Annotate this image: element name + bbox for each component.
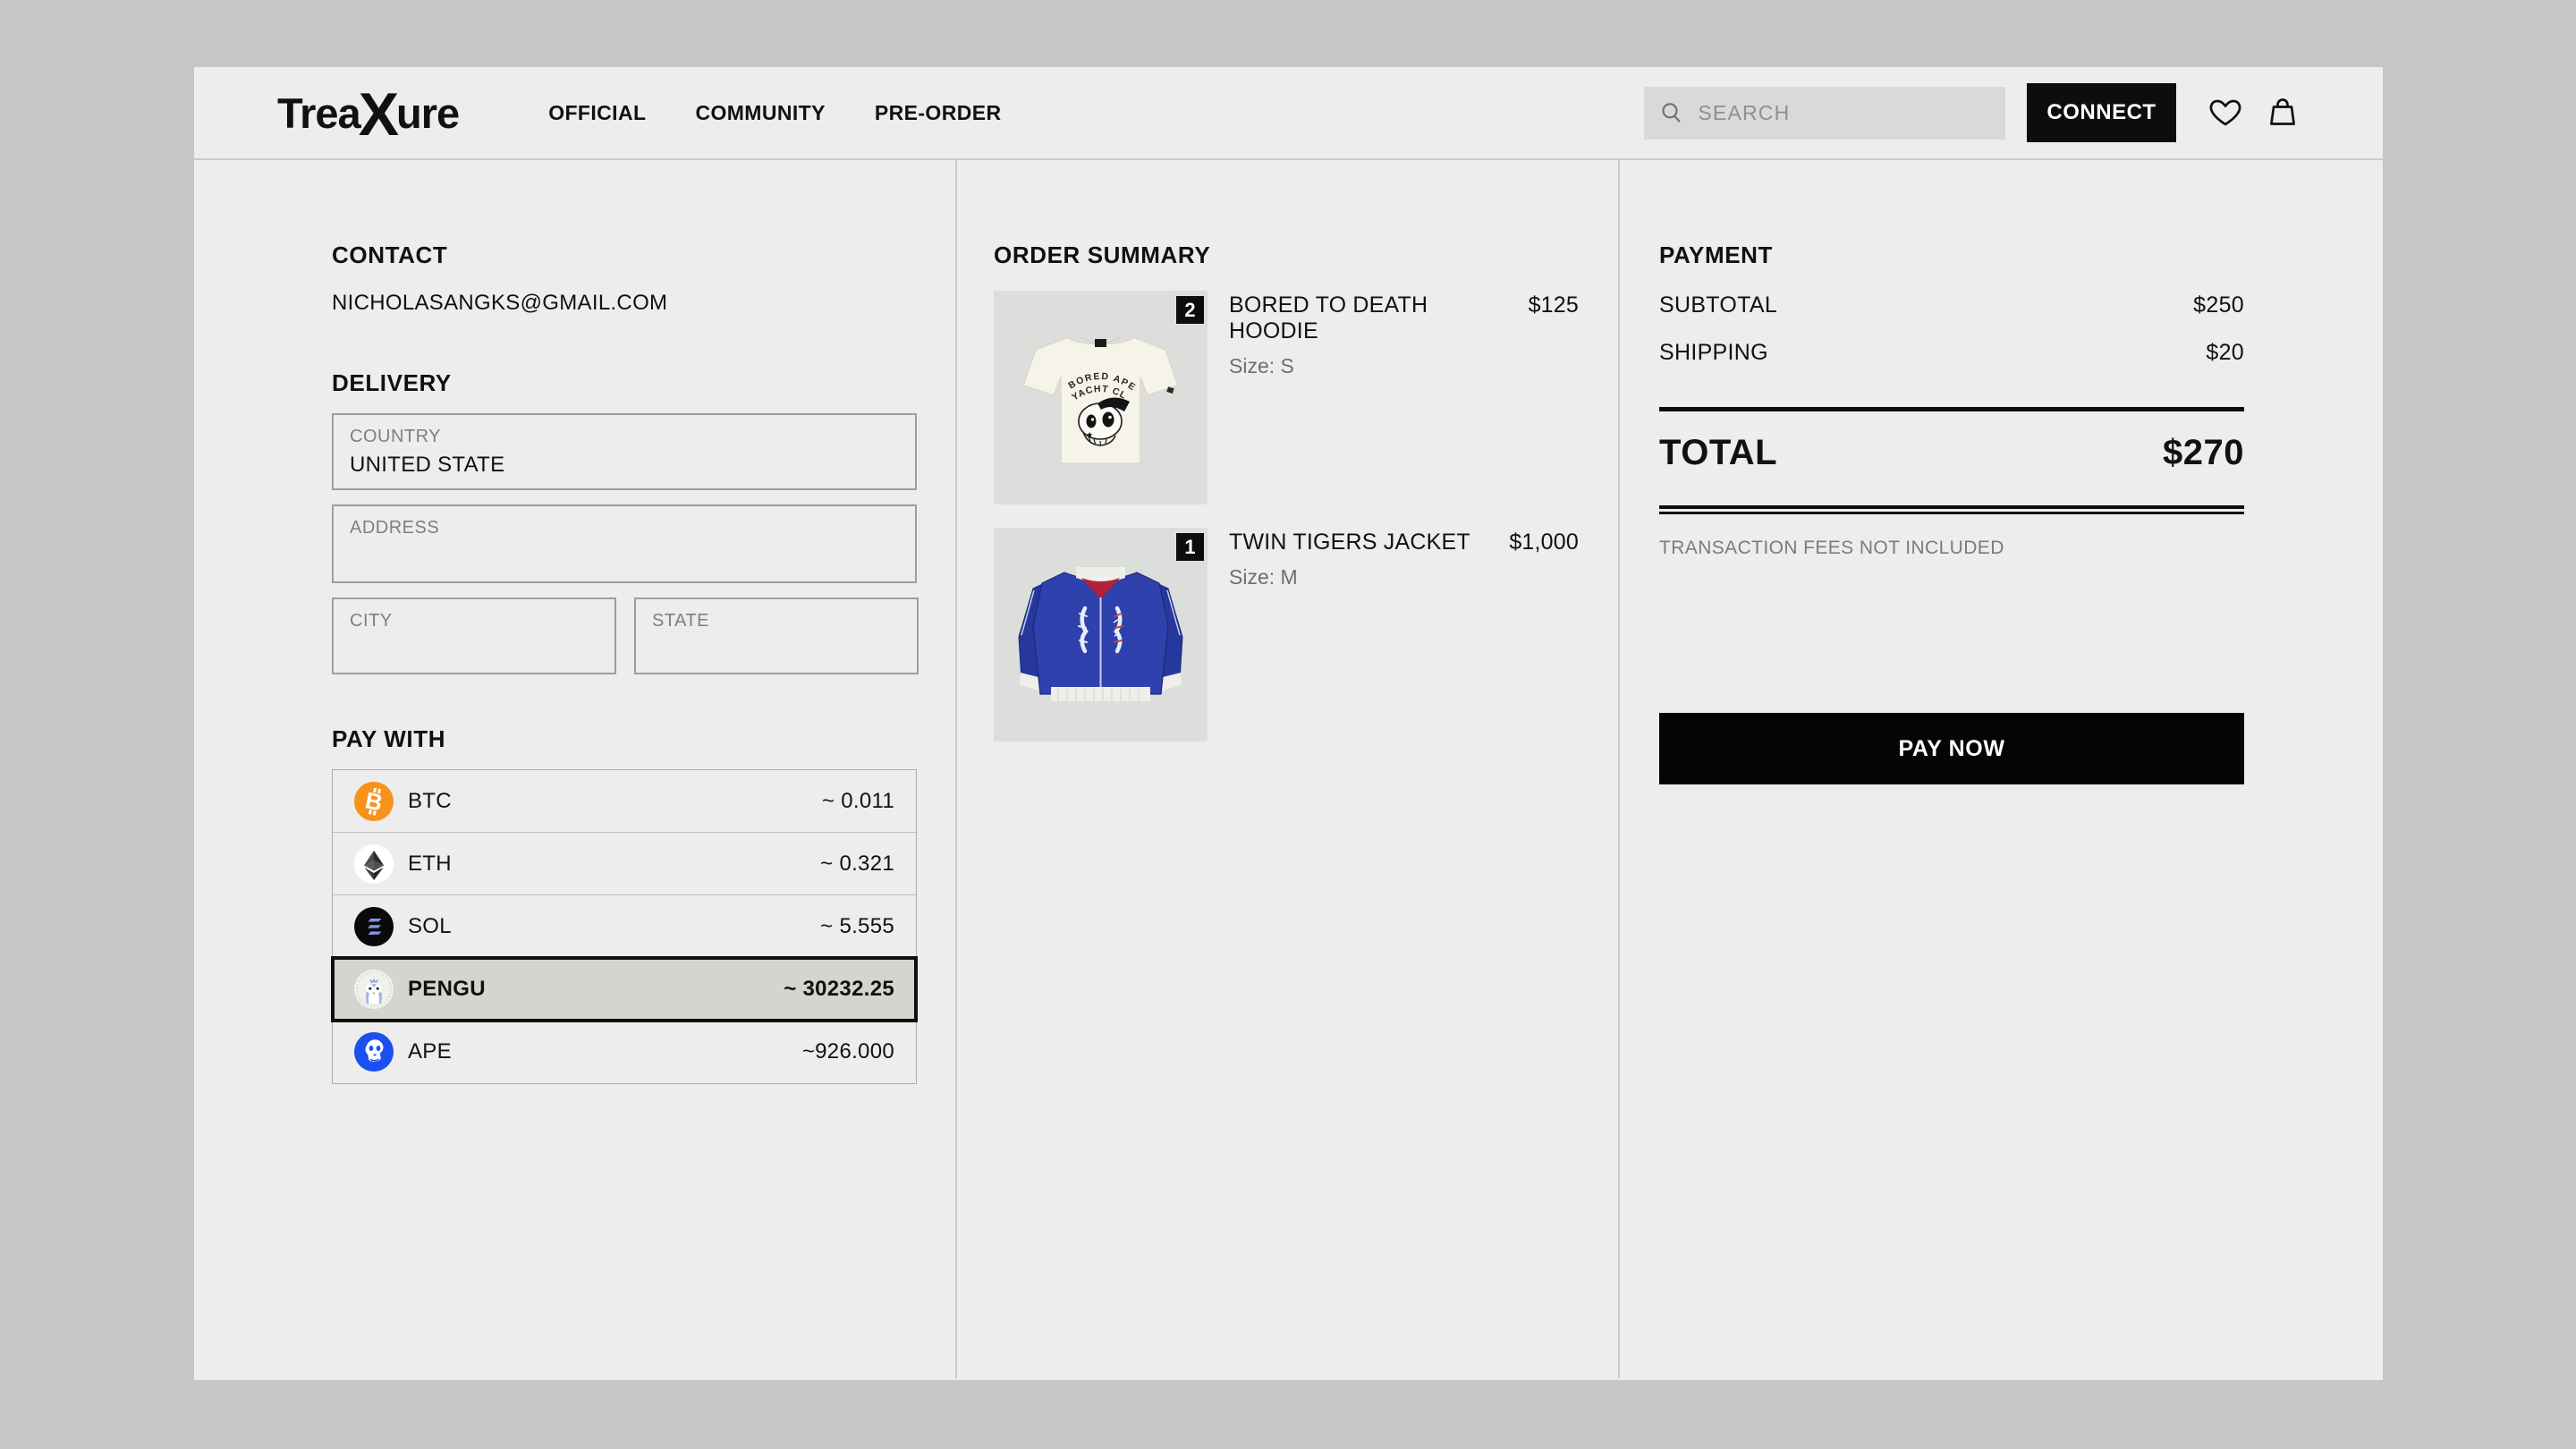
double-divider <box>1659 505 2244 514</box>
connect-wallet-button[interactable]: CONNECT <box>2027 83 2176 142</box>
subtotal-row: SUBTOTAL $250 <box>1659 292 2244 318</box>
sol-icon <box>354 907 394 946</box>
search-icon <box>1660 99 1683 126</box>
eth-icon <box>354 844 394 884</box>
contact-delivery-column: CONTACT NICHOLASANGKS@GMAIL.COM DELIVERY… <box>194 160 957 1378</box>
subtotal-value: $250 <box>2193 292 2244 318</box>
pay-now-button[interactable]: PAY NOW <box>1659 713 2244 784</box>
total-value: $270 <box>2163 433 2244 473</box>
total-row: TOTAL $270 <box>1659 433 2244 473</box>
coin-amount: ~ 0.321 <box>820 852 894 877</box>
wishlist-button[interactable] <box>2208 97 2242 129</box>
country-field[interactable]: COUNTRY UNITED STATE <box>332 413 917 490</box>
coin-amount: ~926.000 <box>802 1039 894 1064</box>
shopping-bag-icon <box>2266 96 2300 130</box>
country-value: UNITED STATE <box>350 453 899 478</box>
address-field[interactable]: ADDRESS <box>332 504 917 583</box>
transaction-fees-note: TRANSACTION FEES NOT INCLUDED <box>1659 538 2244 559</box>
order-summary-heading: ORDER SUMMARY <box>994 242 1579 269</box>
address-label: ADDRESS <box>350 518 899 538</box>
payment-column: PAYMENT SUBTOTAL $250 SHIPPING $20 TOTAL… <box>1620 160 2383 1378</box>
checkout-columns: CONTACT NICHOLASANGKS@GMAIL.COM DELIVERY… <box>194 160 2383 1378</box>
order-item: BORED APE YACHT CLUB <box>994 291 1579 504</box>
nav-item-pre-order[interactable]: PRE-ORDER <box>875 101 1002 125</box>
coin-amount: ~ 0.011 <box>822 789 894 814</box>
pay-option-btc[interactable]: B BTC ~ 0.011 <box>333 770 916 833</box>
subtotal-label: SUBTOTAL <box>1659 292 1777 318</box>
ape-icon <box>354 1032 394 1072</box>
state-field[interactable]: STATE <box>634 597 919 674</box>
btc-icon: B <box>354 782 394 821</box>
product-size: Size: M <box>1229 565 1579 589</box>
product-name: BORED TO DEATH HOODIE <box>1229 292 1497 344</box>
quantity-badge: 1 <box>1176 533 1204 561</box>
search-bar <box>1644 87 2005 140</box>
pay-option-eth[interactable]: ETH ~ 0.321 <box>333 833 916 895</box>
product-price: $125 <box>1529 292 1579 318</box>
main-nav: OFFICIAL COMMUNITY PRE-ORDER <box>548 101 1001 125</box>
logo-part-2: ure <box>396 89 459 138</box>
coin-symbol: BTC <box>408 789 452 814</box>
state-label: STATE <box>652 611 901 631</box>
logo-part-1: Trea <box>277 89 360 138</box>
coin-symbol: SOL <box>408 914 452 939</box>
city-field[interactable]: CITY <box>332 597 616 674</box>
pay-options-list: B BTC ~ 0.011 <box>332 769 917 1084</box>
order-summary-column: ORDER SUMMARY BORED APE <box>957 160 1620 1378</box>
shipping-value: $20 <box>2206 340 2244 366</box>
coin-symbol: APE <box>408 1039 452 1064</box>
product-price: $1,000 <box>1509 530 1579 555</box>
coin-amount: ~ 30232.25 <box>784 977 894 1002</box>
pay-option-ape[interactable]: APE ~926.000 <box>333 1021 916 1083</box>
pay-now-label: PAY NOW <box>1898 736 2004 762</box>
product-name: TWIN TIGERS JACKET <box>1229 530 1470 555</box>
contact-heading: CONTACT <box>332 242 917 269</box>
order-item: 1 TWIN TIGERS JACKET $1,000 Size: M <box>994 528 1579 741</box>
contact-email: NICHOLASANGKS@GMAIL.COM <box>332 291 917 316</box>
pay-with-heading: PAY WITH <box>332 725 917 753</box>
pay-option-sol[interactable]: SOL ~ 5.555 <box>333 895 916 958</box>
total-divider <box>1659 407 2244 411</box>
product-size: Size: S <box>1229 354 1579 378</box>
top-navigation-bar: TreaXure OFFICIAL COMMUNITY PRE-ORDER CO… <box>194 67 2383 160</box>
heart-icon <box>2208 97 2242 129</box>
cart-button[interactable] <box>2266 96 2300 130</box>
pay-option-pengu-selected[interactable]: PENGU ~ 30232.25 <box>333 958 916 1021</box>
product-thumbnail: BORED APE YACHT CLUB <box>994 291 1208 504</box>
pengu-icon <box>354 970 394 1009</box>
coin-symbol: PENGU <box>408 977 486 1002</box>
coin-amount: ~ 5.555 <box>820 914 894 939</box>
total-label: TOTAL <box>1659 433 1777 473</box>
shipping-label: SHIPPING <box>1659 340 1768 366</box>
brand-logo[interactable]: TreaXure <box>277 89 459 138</box>
city-label: CITY <box>350 611 598 631</box>
delivery-heading: DELIVERY <box>332 369 917 397</box>
nav-item-official[interactable]: OFFICIAL <box>548 101 646 125</box>
product-thumbnail: 1 <box>994 528 1208 741</box>
checkout-page: TreaXure OFFICIAL COMMUNITY PRE-ORDER CO… <box>194 67 2383 1380</box>
connect-label: CONNECT <box>2046 100 2156 125</box>
search-input[interactable] <box>1696 100 1989 126</box>
coin-symbol: ETH <box>408 852 452 877</box>
quantity-badge: 2 <box>1176 296 1204 324</box>
country-label: COUNTRY <box>350 427 899 447</box>
shipping-row: SHIPPING $20 <box>1659 340 2244 366</box>
payment-heading: PAYMENT <box>1659 242 2244 269</box>
nav-item-community[interactable]: COMMUNITY <box>695 101 825 125</box>
